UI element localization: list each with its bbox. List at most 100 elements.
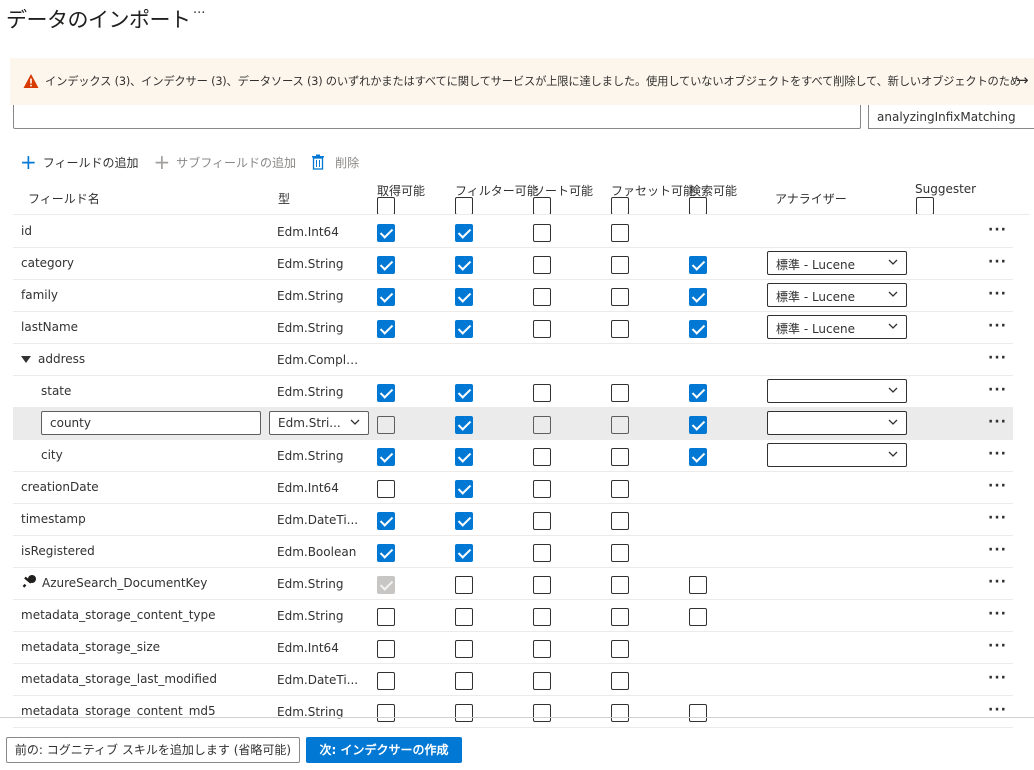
row-more-button[interactable]: ··· (988, 574, 1007, 590)
row-more-button[interactable]: ··· (988, 606, 1007, 622)
index-name-input[interactable] (13, 105, 861, 129)
row-more-button[interactable]: ··· (988, 702, 1007, 718)
searchable-checkbox[interactable] (689, 448, 707, 466)
searchable-checkbox[interactable] (689, 256, 707, 274)
filterable-checkbox[interactable] (455, 480, 473, 498)
table-row[interactable]: metadata_storage_content_md5 Edm.String ··… (13, 696, 1013, 728)
sortable-checkbox[interactable] (533, 224, 551, 242)
table-row[interactable]: category Edm.String 標準 - Lucene ··· (13, 248, 1013, 280)
analyzer-dropdown[interactable]: 標準 - Lucene (767, 251, 907, 275)
table-row[interactable]: isRegistered Edm.Boolean ··· (13, 536, 1013, 568)
field-name-input[interactable]: county (41, 411, 261, 435)
facetable-checkbox[interactable] (611, 576, 629, 594)
searchable-checkbox[interactable] (689, 704, 707, 722)
more-options-button[interactable]: ··· (193, 6, 205, 21)
select-all-sortable-checkbox[interactable] (533, 197, 551, 215)
retrievable-checkbox[interactable] (377, 256, 395, 274)
retrievable-checkbox[interactable] (377, 384, 395, 402)
sortable-checkbox[interactable] (533, 256, 551, 274)
sortable-checkbox[interactable] (533, 448, 551, 466)
sortable-checkbox[interactable] (533, 320, 551, 338)
sortable-checkbox[interactable] (533, 288, 551, 306)
analyzer-dropdown[interactable]: 標準 - Lucene (767, 283, 907, 307)
retrievable-checkbox[interactable] (377, 224, 395, 242)
table-row[interactable]: city Edm.String ··· (13, 440, 1013, 472)
row-more-button[interactable]: ··· (988, 510, 1007, 526)
warning-arrow-icon[interactable]: → (1016, 71, 1029, 89)
caret-down-icon[interactable] (21, 353, 31, 367)
analyzer-dropdown[interactable] (767, 411, 907, 435)
facetable-checkbox[interactable] (611, 384, 629, 402)
retrievable-checkbox[interactable] (377, 288, 395, 306)
searchable-checkbox[interactable] (689, 416, 707, 434)
select-all-facetable-checkbox[interactable] (611, 197, 629, 215)
filterable-checkbox[interactable] (455, 544, 473, 562)
filterable-checkbox[interactable] (455, 448, 473, 466)
retrievable-checkbox[interactable] (377, 544, 395, 562)
row-more-button[interactable]: ··· (988, 254, 1007, 270)
searchable-checkbox[interactable] (689, 288, 707, 306)
analyzer-dropdown[interactable] (767, 379, 907, 403)
facetable-checkbox[interactable] (611, 320, 629, 338)
table-row[interactable]: id Edm.Int64 ··· (13, 216, 1013, 248)
table-row[interactable]: creationDate Edm.Int64 ··· (13, 472, 1013, 504)
filterable-checkbox[interactable] (455, 288, 473, 306)
row-more-button[interactable]: ··· (988, 382, 1007, 398)
sortable-checkbox[interactable] (533, 416, 551, 434)
filterable-checkbox[interactable] (455, 576, 473, 594)
searchable-checkbox[interactable] (689, 384, 707, 402)
row-more-button[interactable]: ··· (988, 414, 1007, 430)
filterable-checkbox[interactable] (455, 640, 473, 658)
row-more-button[interactable]: ··· (988, 478, 1007, 494)
retrievable-checkbox[interactable] (377, 640, 395, 658)
delete-button[interactable]: 削除 (311, 154, 359, 171)
sortable-checkbox[interactable] (533, 672, 551, 690)
sortable-checkbox[interactable] (533, 640, 551, 658)
field-type-dropdown[interactable]: Edm.Stri... (269, 411, 369, 435)
facetable-checkbox[interactable] (611, 640, 629, 658)
table-row[interactable]: metadata_storage_size Edm.Int64 ··· (13, 632, 1013, 664)
select-all-searchable-checkbox[interactable] (689, 197, 707, 215)
filterable-checkbox[interactable] (455, 224, 473, 242)
filterable-checkbox[interactable] (455, 416, 473, 434)
searchable-checkbox[interactable] (689, 320, 707, 338)
facetable-checkbox[interactable] (611, 608, 629, 626)
row-more-button[interactable]: ··· (988, 542, 1007, 558)
facetable-checkbox[interactable] (611, 672, 629, 690)
filterable-checkbox[interactable] (455, 704, 473, 722)
select-all-filterable-checkbox[interactable] (455, 197, 473, 215)
retrievable-checkbox[interactable] (377, 672, 395, 690)
facetable-checkbox[interactable] (611, 480, 629, 498)
add-subfield-button[interactable]: + サブフィールドの追加 (154, 152, 297, 172)
retrievable-checkbox[interactable] (377, 512, 395, 530)
table-row[interactable]: metadata_storage_last_modified Edm.DateTi… (13, 664, 1013, 696)
table-row[interactable]: family Edm.String 標準 - Lucene ··· (13, 280, 1013, 312)
facetable-checkbox[interactable] (611, 448, 629, 466)
sortable-checkbox[interactable] (533, 704, 551, 722)
row-more-button[interactable]: ··· (988, 446, 1007, 462)
sortable-checkbox[interactable] (533, 480, 551, 498)
retrievable-checkbox[interactable] (377, 480, 395, 498)
filterable-checkbox[interactable] (455, 512, 473, 530)
facetable-checkbox[interactable] (611, 704, 629, 722)
facetable-checkbox[interactable] (611, 224, 629, 242)
select-all-suggester-checkbox[interactable] (916, 197, 934, 215)
previous-button[interactable]: 前の: コグニティブ スキルを追加します (省略可能) (6, 737, 300, 763)
table-row[interactable]: lastName Edm.String 標準 - Lucene ··· (13, 312, 1013, 344)
retrievable-checkbox[interactable] (377, 448, 395, 466)
retrievable-checkbox[interactable] (377, 576, 395, 594)
facetable-checkbox[interactable] (611, 544, 629, 562)
facetable-checkbox[interactable] (611, 288, 629, 306)
retrievable-checkbox[interactable] (377, 704, 395, 722)
facetable-checkbox[interactable] (611, 416, 629, 434)
sortable-checkbox[interactable] (533, 384, 551, 402)
table-row[interactable]: timestamp Edm.DateTi... ··· (13, 504, 1013, 536)
suggester-mode-input[interactable]: analyzingInfixMatching (868, 105, 1034, 129)
filterable-checkbox[interactable] (455, 608, 473, 626)
facetable-checkbox[interactable] (611, 512, 629, 530)
table-row[interactable]: AzureSearch_DocumentKey Edm.String ··· (13, 568, 1013, 600)
table-row[interactable]: county Edm.Stri... ··· (13, 408, 1013, 440)
analyzer-dropdown[interactable]: 標準 - Lucene (767, 315, 907, 339)
table-row[interactable]: metadata_storage_content_type Edm.String ·… (13, 600, 1013, 632)
add-field-button[interactable]: + フィールドの追加 (20, 152, 139, 172)
